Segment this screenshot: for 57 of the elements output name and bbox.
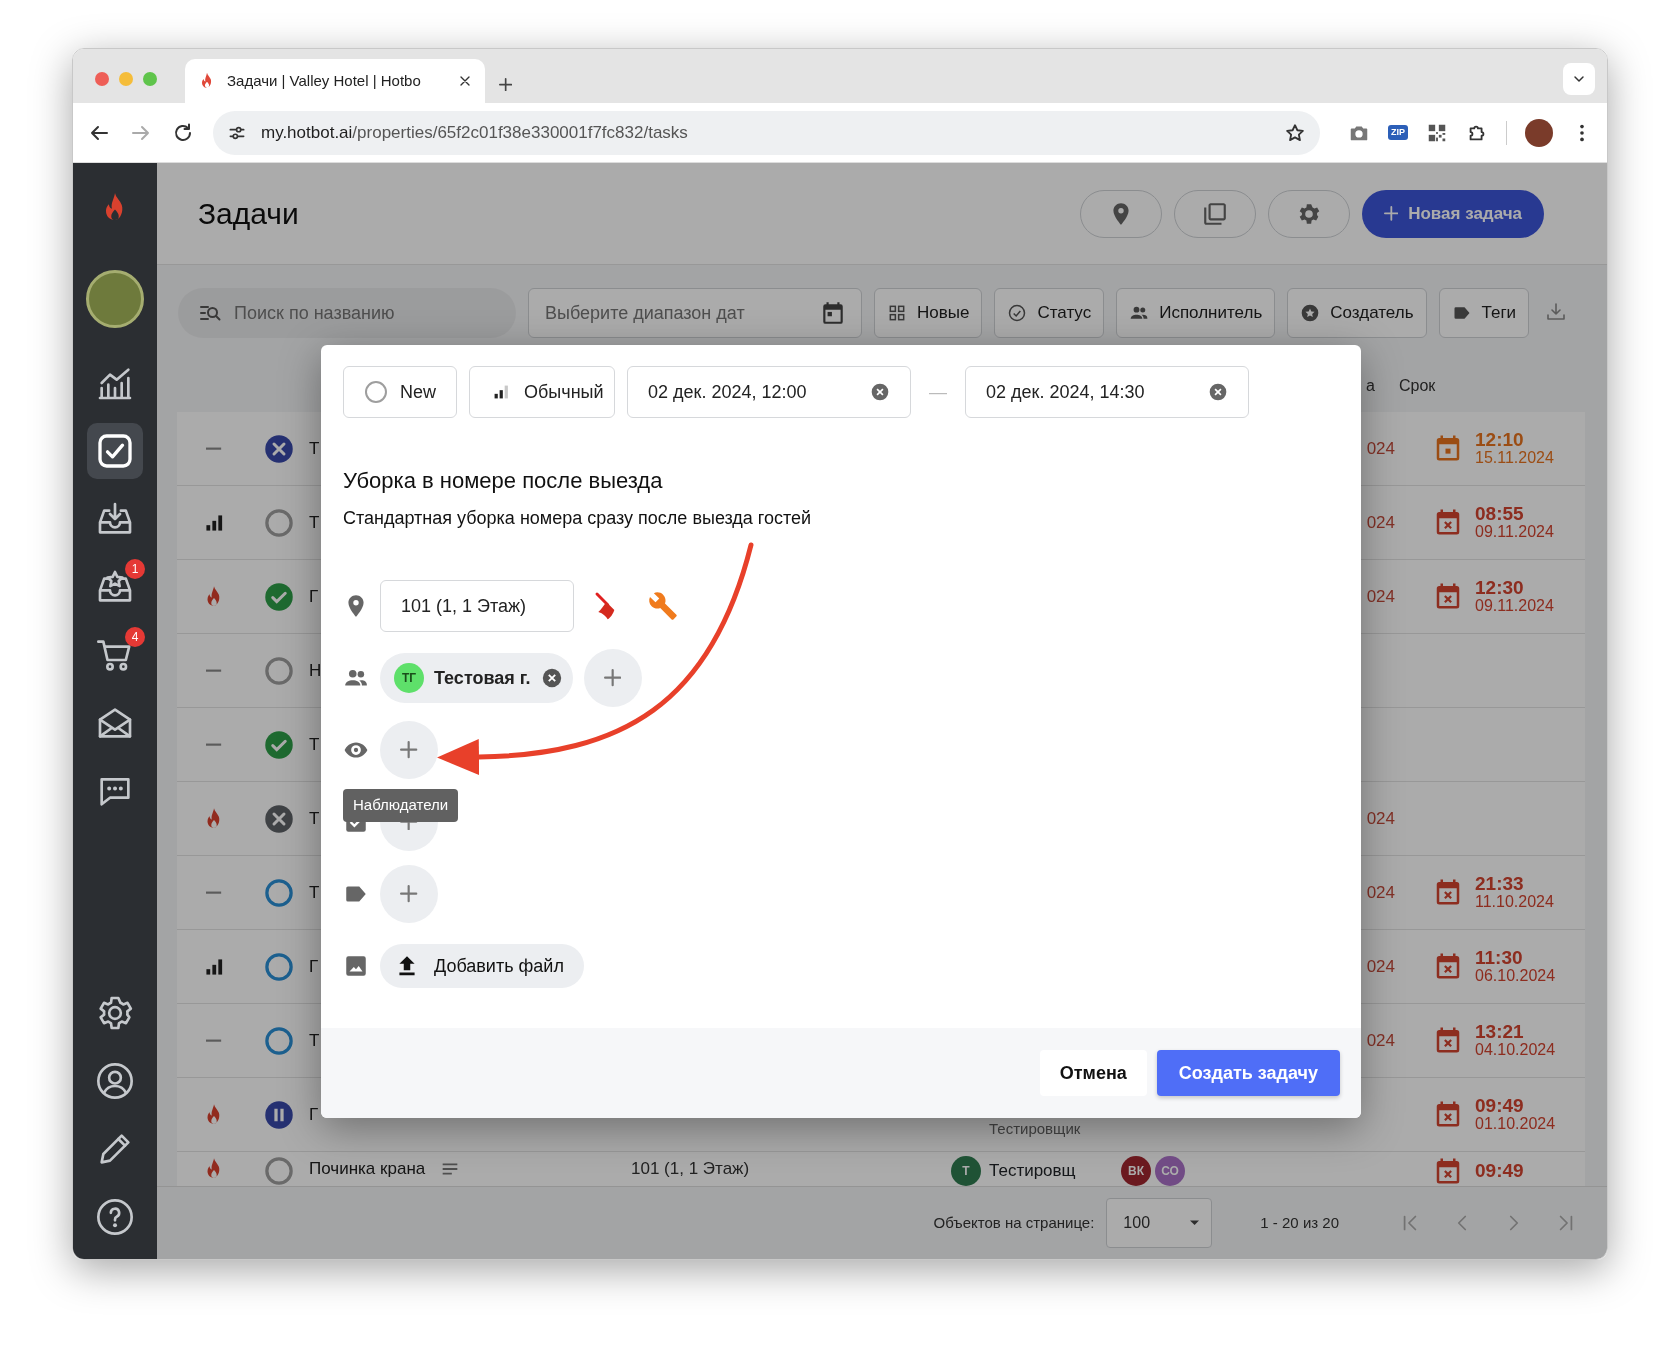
date-value: 02 дек. 2024, 14:30: [986, 380, 1145, 404]
table-cell-text: 024: [1366, 511, 1395, 534]
avatar: Т: [951, 1156, 981, 1186]
task-title: Т: [309, 807, 320, 830]
column-header: а: [1366, 376, 1375, 396]
task-title: Г: [309, 585, 319, 608]
table-cell-text: 101 (1, 1 Этаж): [631, 1158, 750, 1180]
deadline-time: 13:21: [1475, 1022, 1525, 1043]
deadline-time: 12:30: [1475, 578, 1525, 599]
deadline-date: 01.10.2024: [1475, 1116, 1556, 1133]
avatar: ВК: [1121, 1156, 1151, 1186]
date-value: 02 дек. 2024, 12:00: [648, 380, 807, 404]
task-title: Г: [309, 1103, 319, 1126]
tooltip: Наблюдатели: [343, 789, 459, 822]
executor-name: Тестировщ: [989, 1160, 1076, 1183]
table-cell-text: 024: [1366, 807, 1395, 830]
page-title: Задачи: [198, 196, 300, 232]
task-title: Н: [309, 659, 322, 682]
avatar: ТГ: [394, 663, 424, 693]
deadline-date: 09.11.2024: [1475, 598, 1554, 615]
page-range: 1 - 20 из 20: [1260, 1212, 1339, 1233]
task-title: Т: [309, 881, 320, 904]
deadline-time: 09:49: [1475, 1161, 1524, 1181]
table-cell-text: 024: [1366, 881, 1395, 904]
deadline-time: 08:55: [1475, 504, 1525, 525]
assignee-name: Тестовая г.: [434, 666, 531, 690]
table-cell-text: 024: [1366, 437, 1395, 460]
task-title: Уборка в номере после выезда: [343, 467, 664, 495]
deadline-time: 11:30: [1475, 948, 1524, 969]
task-title: Т: [309, 511, 320, 534]
deadline-date: 06.10.2024: [1475, 968, 1556, 985]
url-text: my.hotbot.ai/properties/65f2c01f38e330001f7fc832/tasks: [261, 121, 689, 144]
deadline-date: 04.10.2024: [1475, 1042, 1556, 1059]
executor-role: Тестировщик: [988, 1119, 1081, 1140]
tab-title: Задачи | Valley Hotel | Hotbo: [227, 70, 422, 91]
avatar: СО: [1155, 1156, 1185, 1186]
table-cell-text: 024: [1366, 1029, 1395, 1052]
deadline-date: 11.10.2024: [1475, 894, 1554, 911]
deadline-time: 12:10: [1475, 430, 1525, 451]
deadline-date: 15.11.2024: [1475, 450, 1554, 467]
deadline-date: 09.11.2024: [1475, 524, 1554, 541]
task-title: Т: [309, 733, 320, 756]
task-description: Стандартная уборка номера сразу после выезда гостей: [343, 507, 813, 530]
task-title: Г: [309, 955, 319, 978]
table-cell-text: 024: [1366, 955, 1395, 978]
count-badge: 1: [125, 559, 145, 579]
task-title: Т: [309, 437, 320, 460]
table-cell-text: 024: [1366, 585, 1395, 608]
range-separator: —: [929, 380, 947, 404]
deadline-time: 09:49: [1475, 1096, 1525, 1117]
task-title: Починка крана: [309, 1158, 426, 1180]
column-header: Срок: [1398, 376, 1437, 396]
per-page-label: Объектов на странице:: [933, 1212, 1095, 1233]
task-title: Т: [309, 1029, 320, 1052]
count-badge: 4: [125, 627, 145, 647]
deadline-time: 21:33: [1475, 874, 1525, 895]
select-value: 100: [1123, 1213, 1151, 1233]
